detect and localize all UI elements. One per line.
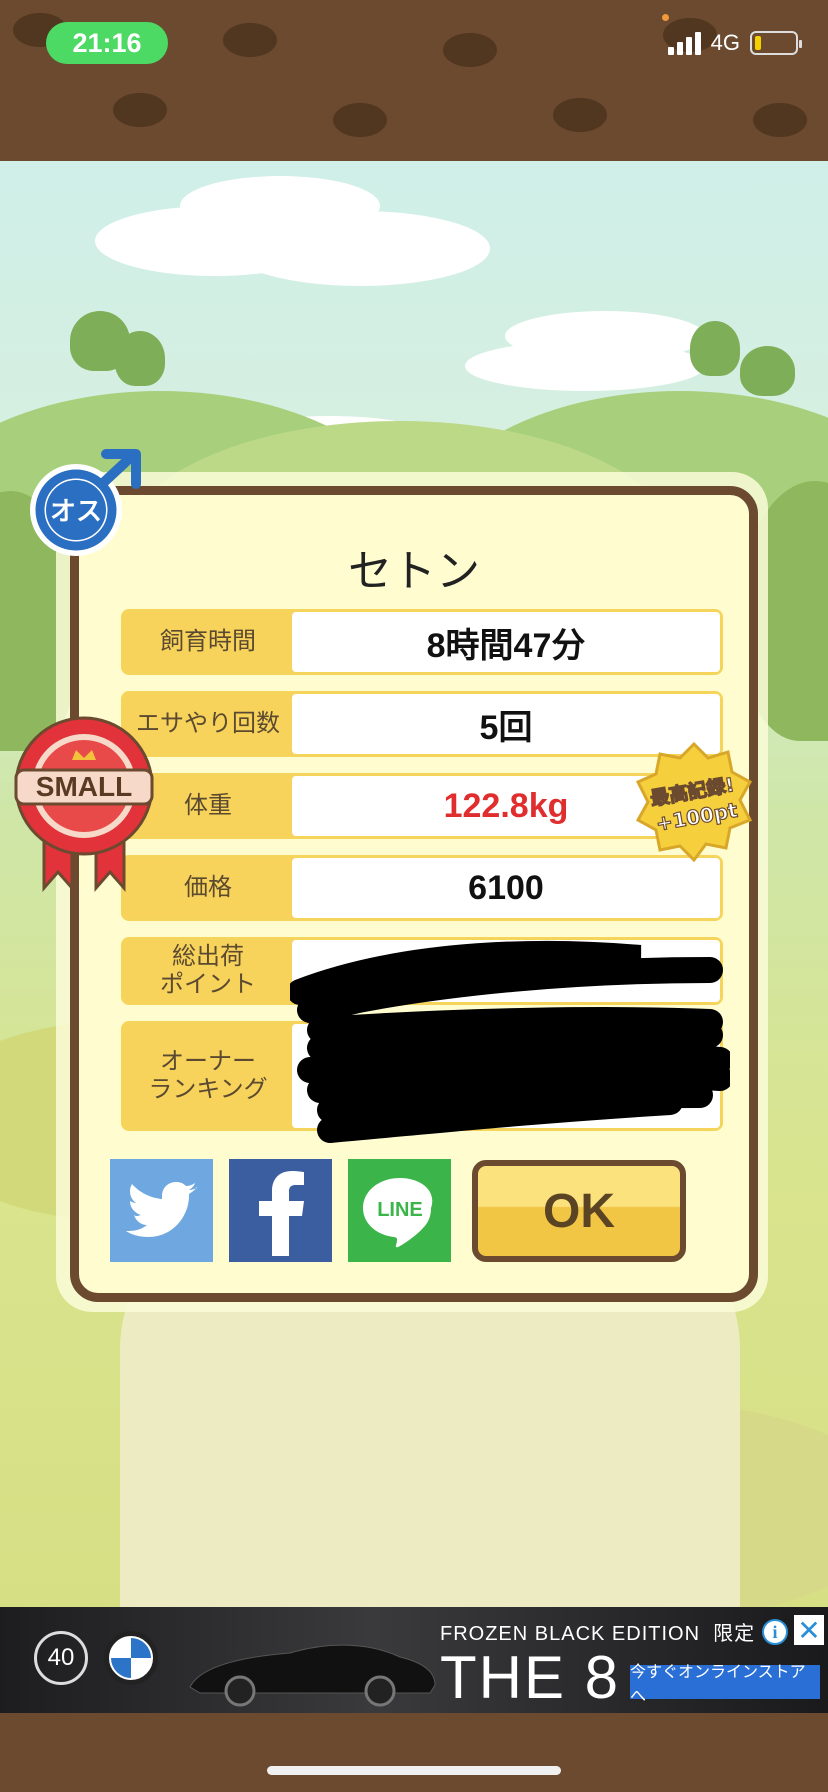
bottom-bar xyxy=(0,1713,828,1792)
status-icons: 4G xyxy=(667,30,802,56)
stat-row-weight: 体重 122.8kg xyxy=(121,773,723,839)
ad-info-icon[interactable]: i xyxy=(762,1619,788,1645)
stat-row-time: 飼育時間 8時間47分 xyxy=(121,609,723,675)
facebook-share-button[interactable] xyxy=(229,1159,332,1262)
line-icon: LINE xyxy=(362,1177,432,1247)
stat-row-feed-count: エサやり回数 5回 xyxy=(121,691,723,757)
car-image xyxy=(189,1644,436,1707)
pet-name: セトン xyxy=(348,546,480,597)
stat-label: 飼育時間 xyxy=(124,612,292,672)
stat-value: 6100 xyxy=(292,858,720,918)
male-badge-icon: オス xyxy=(30,449,141,556)
stat-label: オーナー ランキング xyxy=(124,1024,292,1128)
ad-close-icon[interactable]: ✕ xyxy=(794,1614,824,1647)
ad-cta-button[interactable]: 今すぐオンラインストアへ xyxy=(630,1662,820,1705)
ad-banner[interactable]: 40 FROZEN BLACK EDITION 限定 THE 8 今すぐオンライ… xyxy=(0,1607,828,1713)
bmw-logo-icon xyxy=(104,1631,158,1685)
line-share-button[interactable]: LINE xyxy=(348,1159,451,1262)
twitter-share-button[interactable] xyxy=(110,1159,213,1262)
svg-text:SMALL: SMALL xyxy=(36,771,132,802)
stat-row-price: 価格 6100 xyxy=(121,855,723,921)
privacy-indicator xyxy=(662,14,669,21)
clock-pill: 21:16 xyxy=(46,22,168,64)
status-bar: 21:16 4G xyxy=(0,0,828,161)
redaction-scribble xyxy=(290,940,730,1143)
twitter-icon xyxy=(125,1181,197,1237)
ok-button[interactable]: OK xyxy=(472,1160,686,1262)
svg-text:オス: オス xyxy=(50,497,102,527)
record-badge: 最高記録! +100pt xyxy=(635,742,753,862)
svg-text:LINE: LINE xyxy=(377,1199,423,1221)
stat-value: 8時間47分 xyxy=(292,612,720,672)
ad-headline: FROZEN BLACK EDITION 限定 xyxy=(440,1623,756,1645)
anniversary-40-logo: 40 xyxy=(34,1631,88,1685)
stat-label: 総出荷 ポイント xyxy=(124,940,292,1002)
signal-icon xyxy=(667,31,701,55)
battery-icon xyxy=(750,31,802,55)
network-label: 4G xyxy=(710,30,740,55)
ad-product: THE 8 xyxy=(440,1644,621,1711)
small-ribbon-badge: SMALL xyxy=(14,716,154,892)
facebook-icon xyxy=(258,1170,304,1256)
home-indicator[interactable] xyxy=(267,1766,561,1775)
